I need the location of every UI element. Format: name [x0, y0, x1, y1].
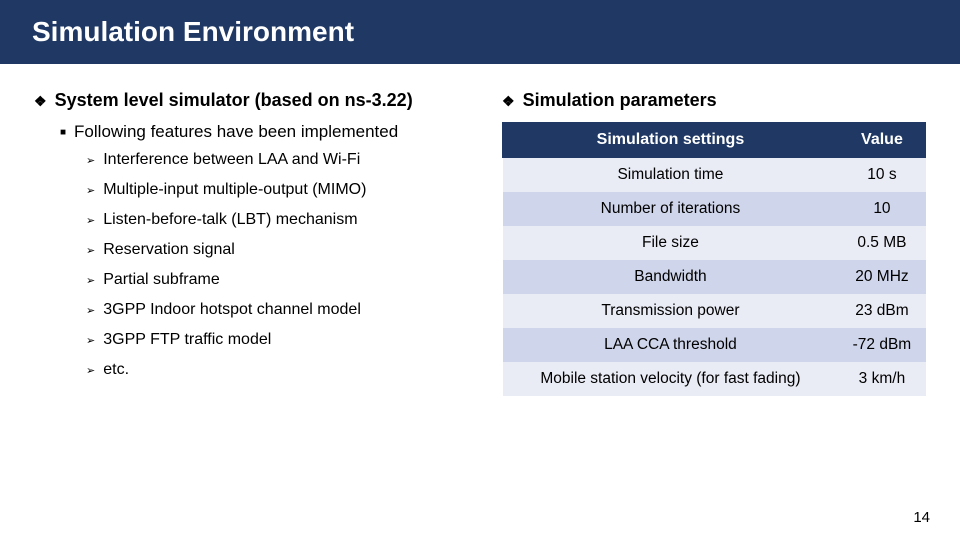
params-heading-text: Simulation parameters: [523, 90, 717, 111]
feature-text: Listen-before-talk (LBT) mechanism: [103, 211, 357, 229]
setting-cell: Bandwidth: [503, 260, 839, 294]
feature-text: 3GPP FTP traffic model: [103, 331, 271, 349]
chevron-bullet-icon: ➢: [86, 181, 95, 201]
value-cell: -72 dBm: [838, 328, 925, 362]
feature-text: Interference between LAA and Wi-Fi: [103, 151, 360, 169]
value-cell: 3 km/h: [838, 362, 925, 396]
chevron-bullet-icon: ➢: [86, 211, 95, 231]
table-row: Bandwidth 20 MHz: [503, 260, 926, 294]
setting-cell: Simulation time: [503, 158, 839, 193]
setting-cell: File size: [503, 226, 839, 260]
table-row: Mobile station velocity (for fast fading…: [503, 362, 926, 396]
feature-item: ➢ etc.: [86, 361, 484, 381]
setting-cell: LAA CCA threshold: [503, 328, 839, 362]
setting-cell: Transmission power: [503, 294, 839, 328]
feature-item: ➢ Listen-before-talk (LBT) mechanism: [86, 211, 484, 231]
value-cell: 20 MHz: [838, 260, 925, 294]
table-header-setting: Simulation settings: [503, 123, 839, 158]
table-row: Simulation time 10 s: [503, 158, 926, 193]
title-bar: Simulation Environment: [0, 0, 960, 64]
feature-text: Reservation signal: [103, 241, 235, 259]
feature-text: Partial subframe: [103, 271, 220, 289]
setting-cell: Number of iterations: [503, 192, 839, 226]
chevron-bullet-icon: ➢: [86, 241, 95, 261]
feature-text: Multiple-input multiple-output (MIMO): [103, 181, 366, 199]
feature-text: 3GPP Indoor hotspot channel model: [103, 301, 361, 319]
feature-item: ➢ 3GPP Indoor hotspot channel model: [86, 301, 484, 321]
value-cell: 10 s: [838, 158, 925, 193]
table-row: Number of iterations 10: [503, 192, 926, 226]
value-cell: 10: [838, 192, 925, 226]
value-cell: 23 dBm: [838, 294, 925, 328]
features-heading: ■ Following features have been implement…: [60, 122, 484, 143]
chevron-bullet-icon: ➢: [86, 331, 95, 351]
params-heading: ❖ Simulation parameters: [502, 90, 926, 112]
chevron-bullet-icon: ➢: [86, 361, 95, 381]
features-heading-text: Following features have been implemented: [74, 122, 398, 142]
setting-cell: Mobile station velocity (for fast fading…: [503, 362, 839, 396]
value-cell: 0.5 MB: [838, 226, 925, 260]
diamond-bullet-icon: ❖: [34, 90, 47, 112]
table-header-value: Value: [838, 123, 925, 158]
table-header-row: Simulation settings Value: [503, 123, 926, 158]
table-row: Transmission power 23 dBm: [503, 294, 926, 328]
feature-item: ➢ Interference between LAA and Wi-Fi: [86, 151, 484, 171]
feature-item: ➢ Reservation signal: [86, 241, 484, 261]
feature-item: ➢ Partial subframe: [86, 271, 484, 291]
square-bullet-icon: ■: [60, 122, 66, 143]
chevron-bullet-icon: ➢: [86, 151, 95, 171]
page-number: 14: [913, 509, 930, 526]
table-row: File size 0.5 MB: [503, 226, 926, 260]
content-area: ❖ System level simulator (based on ns-3.…: [34, 80, 926, 500]
right-column: ❖ Simulation parameters Simulation setti…: [502, 80, 926, 500]
simulator-heading: ❖ System level simulator (based on ns-3.…: [34, 90, 484, 112]
diamond-bullet-icon: ❖: [502, 90, 515, 112]
feature-item: ➢ 3GPP FTP traffic model: [86, 331, 484, 351]
slide-title: Simulation Environment: [32, 16, 354, 48]
feature-item: ➢ Multiple-input multiple-output (MIMO): [86, 181, 484, 201]
chevron-bullet-icon: ➢: [86, 271, 95, 291]
feature-text: etc.: [103, 361, 129, 379]
parameters-table: Simulation settings Value Simulation tim…: [502, 122, 926, 396]
left-column: ❖ System level simulator (based on ns-3.…: [34, 80, 484, 500]
chevron-bullet-icon: ➢: [86, 301, 95, 321]
simulator-heading-text: System level simulator (based on ns-3.22…: [55, 90, 413, 111]
table-row: LAA CCA threshold -72 dBm: [503, 328, 926, 362]
